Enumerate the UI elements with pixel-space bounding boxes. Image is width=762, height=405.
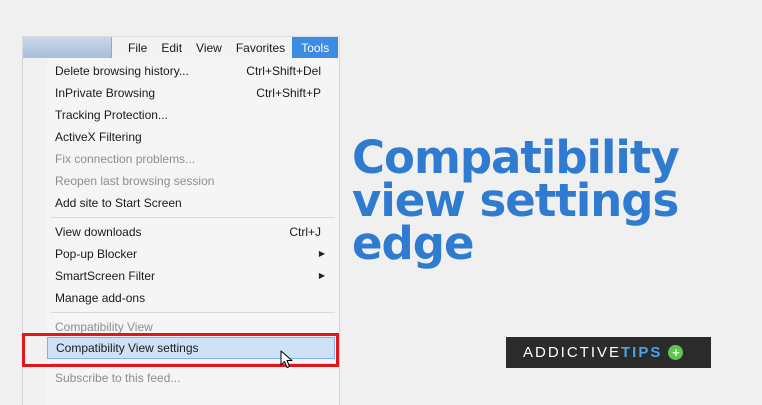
plus-circle-icon: + xyxy=(668,345,684,360)
headline-line-1: Compatibility xyxy=(352,131,680,184)
menu-item-label: View downloads xyxy=(55,225,142,239)
menu-separator xyxy=(51,312,335,313)
menu-item-label: ActiveX Filtering xyxy=(55,130,142,144)
menu-view[interactable]: View xyxy=(189,37,229,59)
menu-item-smartscreen-filter[interactable]: SmartScreen Filter ▶ xyxy=(47,265,335,287)
menu-item-subscribe-to-feed: Subscribe to this feed... xyxy=(47,367,335,389)
menu-item-label: Delete browsing history... xyxy=(55,64,189,78)
menu-tools[interactable]: Tools xyxy=(292,37,339,59)
menu-item-delete-browsing-history[interactable]: Delete browsing history... Ctrl+Shift+De… xyxy=(47,60,335,82)
menu-item-shortcut: Ctrl+J xyxy=(289,225,321,239)
menu-item-shortcut: Ctrl+Shift+P xyxy=(256,86,321,100)
window-thumbnail xyxy=(23,37,112,59)
page-headline: Compatibility view settings edge xyxy=(352,131,680,270)
menu-edit[interactable]: Edit xyxy=(154,37,189,59)
menu-item-view-downloads[interactable]: View downloads Ctrl+J xyxy=(47,221,335,243)
menu-item-manage-addons[interactable]: Manage add-ons xyxy=(47,287,335,309)
menu-item-shortcut: Ctrl+Shift+Del xyxy=(246,64,321,78)
menu-item-activex-filtering[interactable]: ActiveX Filtering xyxy=(47,126,335,148)
headline-line-2: view settings xyxy=(352,174,679,227)
menu-bar-items: File Edit View Favorites Tools xyxy=(121,37,339,59)
logo-word-tips: TIPS xyxy=(621,344,663,361)
submenu-arrow-icon: ▶ xyxy=(318,271,325,280)
menu-item-inprivate-browsing[interactable]: InPrivate Browsing Ctrl+Shift+P xyxy=(47,82,335,104)
menu-item-popup-blocker[interactable]: Pop-up Blocker ▶ xyxy=(47,243,335,265)
menu-item-label: Add site to Start Screen xyxy=(55,196,182,210)
menu-item-tracking-protection[interactable]: Tracking Protection... xyxy=(47,104,335,126)
menu-file[interactable]: File xyxy=(121,37,154,59)
menu-item-label: Reopen last browsing session xyxy=(55,174,215,188)
menu-item-fix-connection-problems: Fix connection problems... xyxy=(47,148,335,170)
menu-item-add-site-to-start-screen[interactable]: Add site to Start Screen xyxy=(47,192,335,214)
mouse-cursor-icon xyxy=(280,350,293,368)
logo-word-addictive: ADDICTIVE xyxy=(523,344,622,361)
menu-item-label: InPrivate Browsing xyxy=(55,86,156,100)
menu-item-label: Manage add-ons xyxy=(55,291,146,305)
menu-bar: File Edit View Favorites Tools xyxy=(22,36,340,59)
headline-line-3: edge xyxy=(352,217,474,270)
menu-item-label: Fix connection problems... xyxy=(55,152,196,166)
menu-separator xyxy=(51,217,335,218)
menu-favorites[interactable]: Favorites xyxy=(229,37,292,59)
submenu-arrow-icon: ▶ xyxy=(318,249,325,258)
menu-item-label: Subscribe to this feed... xyxy=(55,371,181,385)
addictivetips-logo: ADDICTIVE TIPS + xyxy=(506,337,711,368)
menu-item-reopen-last-session: Reopen last browsing session xyxy=(47,170,335,192)
menu-item-label: SmartScreen Filter xyxy=(55,269,156,283)
menu-item-label: Pop-up Blocker xyxy=(55,247,138,261)
menu-item-label: Tracking Protection... xyxy=(55,108,168,122)
